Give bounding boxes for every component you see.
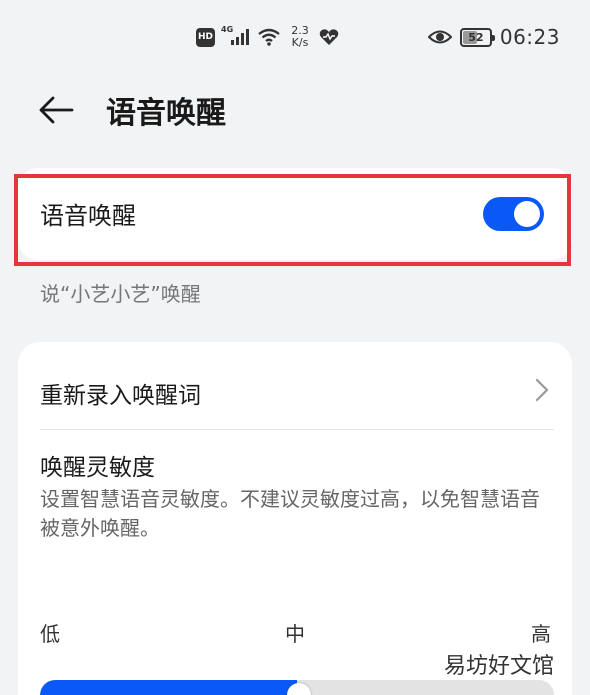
voice-wake-label: 语音唤醒 — [40, 202, 136, 230]
hd-badge: HD — [196, 27, 215, 47]
level-low-label: 低 — [40, 622, 60, 646]
sensitivity-description: 设置智慧语音灵敏度。不建议灵敏度过高，以免智慧语音被意外唤醒。 — [40, 487, 540, 540]
status-bar-right: 52 06:23 — [427, 22, 560, 52]
sensitivity-title: 唤醒灵敏度 — [40, 455, 155, 481]
sensitivity-slider-fill — [40, 680, 297, 695]
voice-wake-hint: 说“小艺小艺”唤醒 — [40, 282, 201, 306]
rerecord-wake-word-label: 重新录入唤醒词 — [40, 383, 201, 409]
level-mid-label: 中 — [285, 622, 305, 646]
eye-comfort-icon — [427, 28, 453, 46]
toggle-knob — [514, 201, 540, 227]
network-speed-unit: K/s — [291, 36, 309, 49]
network-speed: 2.3 K/s — [287, 25, 313, 49]
wifi-icon — [257, 27, 281, 47]
level-high-label: 高 — [531, 622, 551, 646]
page-header: 语音唤醒 — [0, 70, 590, 150]
divider — [40, 429, 554, 430]
status-bar: HD 4G 2.3 K/s 52 06:23 — [0, 0, 590, 70]
battery-level: 52 — [468, 30, 484, 44]
watermark: 易坊好文馆 — [442, 648, 557, 680]
voice-wake-toggle[interactable] — [483, 197, 544, 231]
status-bar-indicators: HD 4G 2.3 K/s — [196, 24, 339, 50]
status-time: 06:23 — [499, 25, 560, 49]
signal-icon: 4G — [221, 25, 251, 47]
battery-icon: 52 — [459, 27, 495, 47]
back-button[interactable] — [36, 90, 76, 130]
chevron-right-icon — [532, 376, 552, 404]
health-heart-icon — [319, 28, 339, 46]
back-arrow-icon — [38, 96, 74, 124]
page-title: 语音唤醒 — [106, 96, 226, 131]
